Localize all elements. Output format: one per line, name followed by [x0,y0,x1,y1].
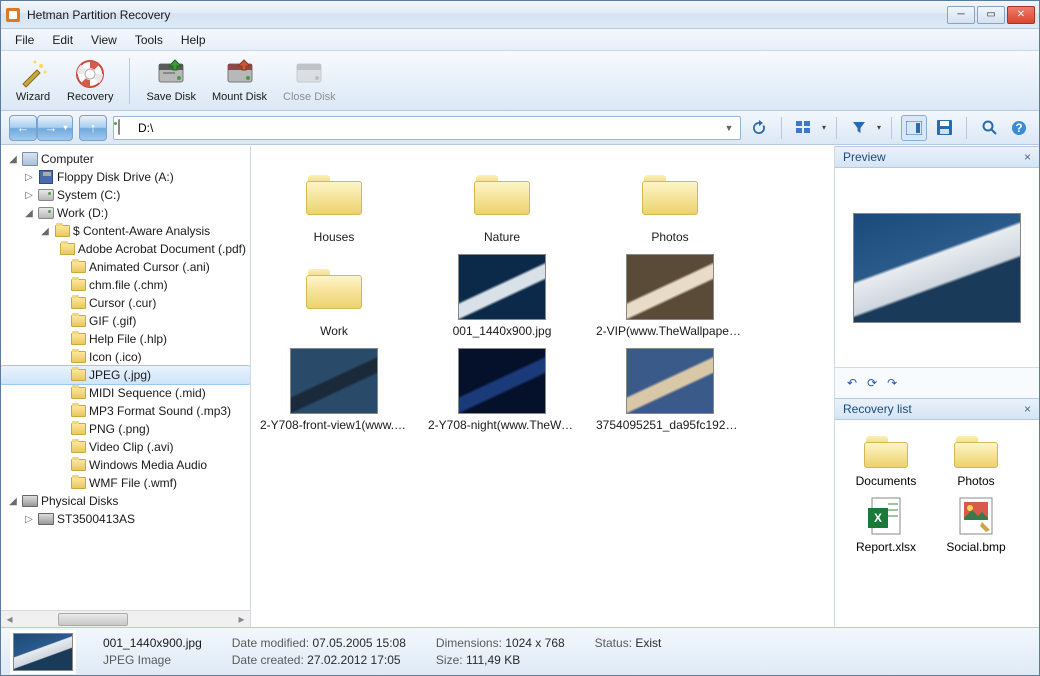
tree-item[interactable]: GIF (.gif) [1,312,250,330]
file-grid[interactable]: HousesNaturePhotosWork001_1440x900.jpg2-… [251,146,835,627]
toolbar: WizardRecovery Save DiskMount DiskClose D… [1,51,1039,111]
folder-item[interactable]: Houses [259,162,409,244]
statusbar: 001_1440x900.jpg JPEG Image Date modifie… [1,627,1039,675]
tree-item[interactable]: Windows Media Audio [1,456,250,474]
menu-tools[interactable]: Tools [127,31,171,49]
preview-close-icon[interactable]: × [1024,150,1031,164]
tree-item[interactable]: MIDI Sequence (.mid) [1,384,250,402]
window-title: Hetman Partition Recovery [27,8,947,22]
folder-item[interactable]: Photos [595,162,745,244]
tree-view[interactable]: ◢Computer▷Floppy Disk Drive (A:)▷System … [1,146,250,610]
nav-back-button[interactable]: ← [9,115,37,141]
tree-item[interactable]: ◢Physical Disks [1,492,250,510]
nav-up-button[interactable]: ↑ [79,115,107,141]
save-button[interactable] [932,116,956,140]
search-button[interactable] [977,116,1001,140]
refresh-button[interactable] [747,116,771,140]
svg-text:?: ? [1015,121,1022,135]
main: HousesNaturePhotosWork001_1440x900.jpg2-… [251,146,1039,627]
tree-item[interactable]: ▷ST3500413AS [1,510,250,528]
file-item[interactable]: 3754095251_da95fc1925_o.jpg [595,350,745,432]
menu-edit[interactable]: Edit [44,31,81,49]
right-pane: Preview × ↶ ⟳ ↷ Recovery list × [835,146,1039,627]
view-mode-button[interactable] [792,116,816,140]
preview-toggle-button[interactable] [902,116,926,140]
menu-help[interactable]: Help [173,31,214,49]
tree-item[interactable]: ◢$ Content-Aware Analysis [1,222,250,240]
status-thumbnail [13,633,73,671]
body: ◢Computer▷Floppy Disk Drive (A:)▷System … [1,145,1039,627]
status-filetype: JPEG Image [103,653,202,667]
titlebar: Hetman Partition Recovery ─ ▭ ✕ [1,1,1039,29]
app-icon [5,7,21,23]
tree-item[interactable]: Icon (.ico) [1,348,250,366]
app-window: Hetman Partition Recovery ─ ▭ ✕ FileEdit… [0,0,1040,676]
tree-item[interactable]: Adobe Acrobat Document (.pdf) [1,240,250,258]
rotate-refresh-icon[interactable]: ⟳ [867,376,877,390]
close-button[interactable]: ✕ [1007,6,1035,24]
tree-item[interactable]: Video Clip (.avi) [1,438,250,456]
file-item[interactable]: 2-Y708-night(www.TheWallp... [427,350,577,432]
toolbar-close-disk: Close Disk [277,54,342,108]
recovery-item[interactable]: Documents [845,430,927,488]
recovery-title: Recovery list [843,402,912,416]
address-dropdown-icon[interactable]: ▼ [722,123,736,133]
tree-item[interactable]: Help File (.hlp) [1,330,250,348]
tree-item[interactable]: PNG (.png) [1,420,250,438]
toolbar-recovery[interactable]: Recovery [61,54,119,108]
menubar: FileEditViewToolsHelp [1,29,1039,51]
menu-view[interactable]: View [83,31,125,49]
rotate-left-icon[interactable]: ↶ [847,376,857,390]
status-filename: 001_1440x900.jpg [103,636,202,650]
recovery-item[interactable]: Photos [935,430,1017,488]
nav-history-dropdown[interactable]: ▾ [59,115,73,141]
recovery-item[interactable]: XReport.xlsx [845,496,927,554]
tree-item[interactable]: WMF File (.wmf) [1,474,250,492]
recovery-list[interactable]: DocumentsPhotosXReport.xlsxSocial.bmp [835,420,1039,627]
preview-panel: ↶ ⟳ ↷ [835,168,1039,398]
address-input[interactable] [138,121,722,135]
help-button[interactable]: ? [1007,116,1031,140]
tree-item[interactable]: ▷Floppy Disk Drive (A:) [1,168,250,186]
recovery-close-icon[interactable]: × [1024,402,1031,416]
tree-item[interactable]: ▷System (C:) [1,186,250,204]
minimize-button[interactable]: ─ [947,6,975,24]
tree-item[interactable]: Cursor (.cur) [1,294,250,312]
address-bar[interactable]: ▼ [113,116,741,140]
preview-image [835,168,1039,368]
recovery-item[interactable]: Social.bmp [935,496,1017,554]
preview-title: Preview [843,150,886,164]
file-item[interactable]: 2-Y708-front-view1(www.Th... [259,350,409,432]
menu-file[interactable]: File [7,31,42,49]
sidebar: ◢Computer▷Floppy Disk Drive (A:)▷System … [1,146,251,627]
tree-item[interactable]: chm.file (.chm) [1,276,250,294]
toolbar-wizard[interactable]: Wizard [9,54,57,108]
toolbar-mount-disk[interactable]: Mount Disk [206,54,273,108]
svg-text:X: X [874,511,882,525]
tree-item[interactable]: MP3 Format Sound (.mp3) [1,402,250,420]
file-item[interactable]: 001_1440x900.jpg [427,256,577,338]
folder-item[interactable]: Work [259,256,409,338]
navbar: ← → ▾ ↑ ▼ ▾ ▾ [1,111,1039,145]
maximize-button[interactable]: ▭ [977,6,1005,24]
file-item[interactable]: 2-VIP(www.TheWallpapers.... [595,256,745,338]
tree-item[interactable]: ◢Work (D:) [1,204,250,222]
filter-button[interactable] [847,116,871,140]
toolbar-save-disk[interactable]: Save Disk [140,54,202,108]
preview-header: Preview × [835,146,1039,168]
tree-item[interactable]: JPEG (.jpg) [1,366,250,384]
tree-item[interactable]: ◢Computer [1,150,250,168]
tree-item[interactable]: Animated Cursor (.ani) [1,258,250,276]
folder-item[interactable]: Nature [427,162,577,244]
recovery-header: Recovery list × [835,398,1039,420]
sidebar-scrollbar[interactable]: ◂ ▸ [1,610,250,627]
rotate-right-icon[interactable]: ↷ [887,376,897,390]
